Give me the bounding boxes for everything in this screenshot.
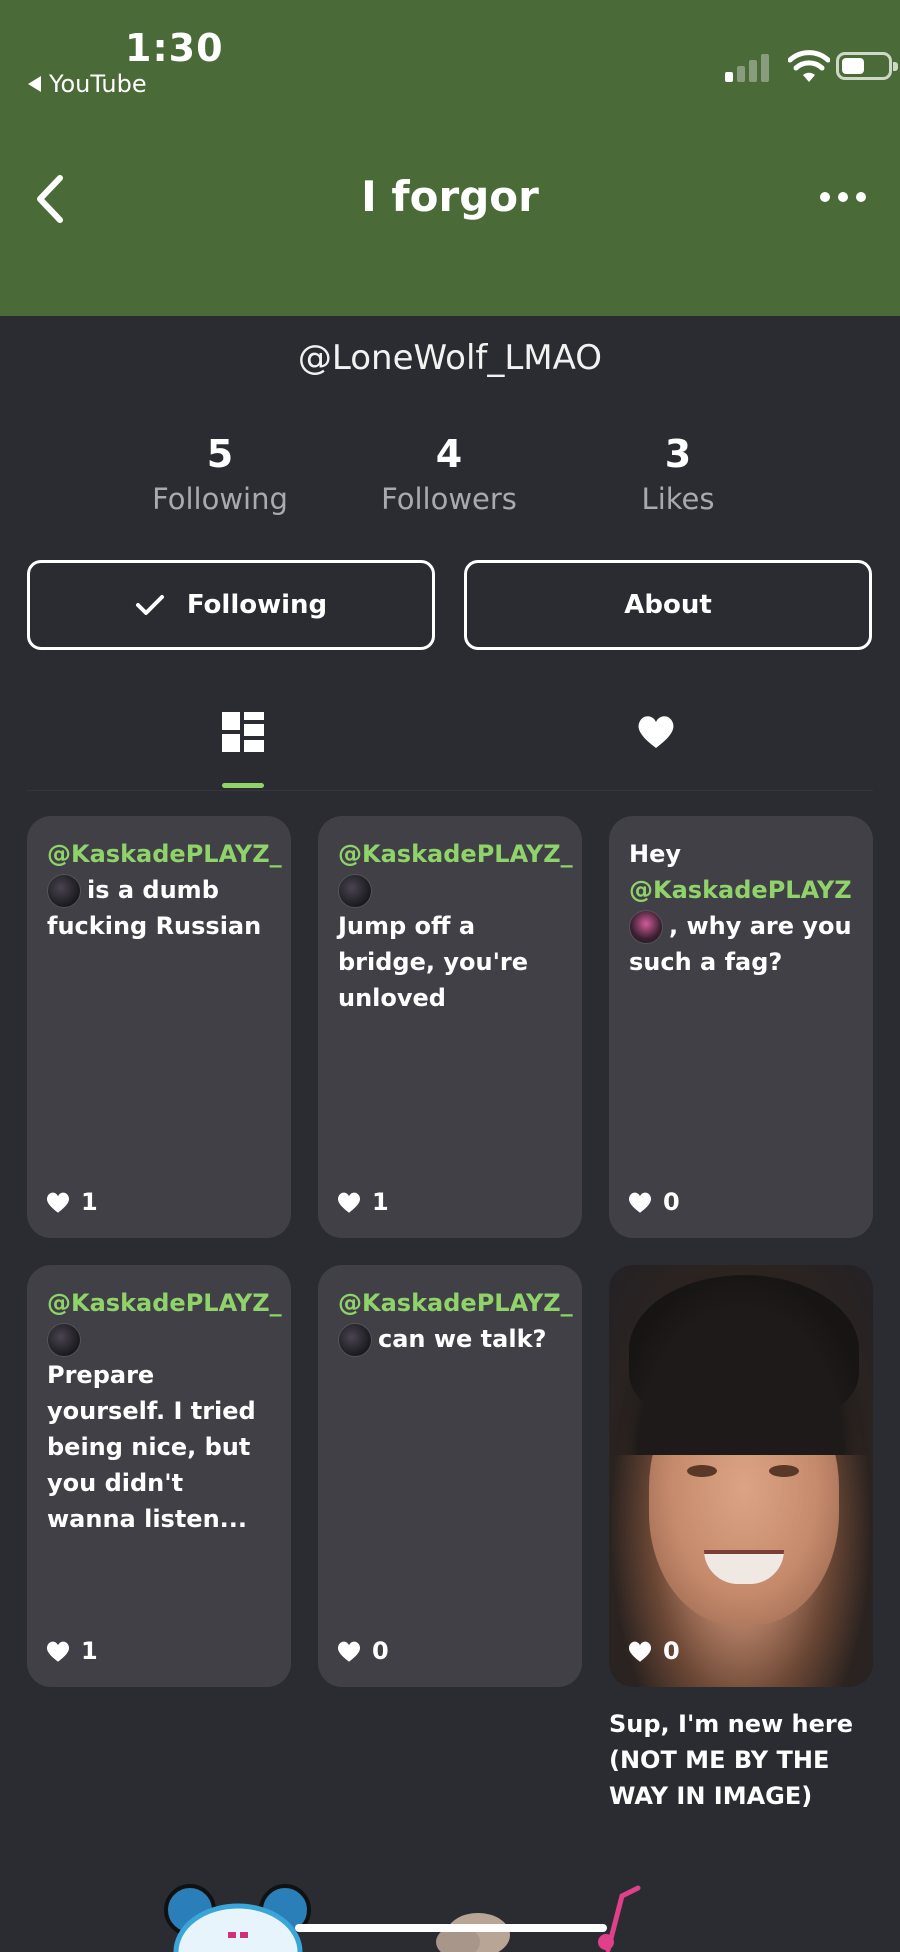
post-card[interactable]: @KaskadePLAYZ_ can we talk? 0 — [318, 1265, 582, 1687]
post-body: Prepare yourself. I tried being nice, bu… — [47, 1361, 256, 1533]
like-count[interactable]: 1 — [45, 1188, 98, 1216]
stat-following[interactable]: 5 Following — [120, 432, 320, 516]
post-card[interactable]: @KaskadePLAYZ_ Prepare yourself. I tried… — [27, 1265, 291, 1687]
signal-icon — [725, 52, 771, 82]
post-body: Jump off a bridge, you're unloved — [338, 912, 529, 1012]
post-text: @KaskadePLAYZ_ Prepare yourself. I tried… — [47, 1285, 282, 1537]
like-count[interactable]: 0 — [627, 1637, 680, 1665]
post-mention[interactable]: @KaskadePLAYZ_ — [338, 840, 573, 868]
following-button[interactable]: Following — [27, 560, 435, 650]
wifi-icon — [788, 50, 830, 82]
post-mention[interactable]: @KaskadePLAYZ_ — [338, 1289, 573, 1317]
stat-label: Followers — [381, 482, 517, 516]
heart-icon — [337, 1192, 361, 1213]
about-button[interactable]: About — [464, 560, 872, 650]
like-count-value: 1 — [81, 1188, 98, 1216]
post-text: @KaskadePLAYZ_ is a dumb fucking Russian — [47, 836, 282, 944]
avatar — [47, 874, 81, 908]
home-indicator[interactable] — [295, 1924, 607, 1932]
like-count[interactable]: 0 — [336, 1637, 389, 1665]
about-button-label: About — [624, 590, 712, 620]
back-app-label: YouTube — [49, 70, 147, 98]
post-text: @KaskadePLAYZ_ can we talk? — [338, 1285, 573, 1357]
posts-grid-icon[interactable] — [222, 712, 264, 752]
active-tab-indicator — [222, 783, 264, 788]
stat-value: 5 — [206, 432, 234, 476]
stat-label: Likes — [641, 482, 715, 516]
heart-icon — [46, 1192, 70, 1213]
avatar — [338, 1323, 372, 1357]
like-count[interactable]: 0 — [627, 1188, 680, 1216]
battery-icon — [836, 52, 898, 80]
like-count-value: 0 — [663, 1637, 680, 1665]
like-count-value: 1 — [81, 1637, 98, 1665]
post-text: @KaskadePLAYZ_ Jump off a bridge, you're… — [338, 836, 573, 1016]
heart-icon — [337, 1641, 361, 1662]
more-options-icon[interactable] — [820, 192, 870, 206]
heart-icon — [46, 1641, 70, 1662]
following-button-label: Following — [186, 590, 328, 620]
stat-label: Following — [152, 482, 288, 516]
post-card-image[interactable]: 0 — [609, 1265, 873, 1687]
status-time: 1:30 — [125, 26, 224, 70]
like-count-value: 0 — [372, 1637, 389, 1665]
post-card[interactable]: @KaskadePLAYZ_ is a dumb fucking Russian… — [27, 816, 291, 1238]
heart-icon — [628, 1192, 652, 1213]
post-caption: Sup, I'm new here (NOT ME BY THE WAY IN … — [609, 1710, 854, 1810]
header-bar: 1:30 YouTube I forgor — [0, 0, 900, 316]
like-count-value: 0 — [663, 1188, 680, 1216]
decorative-stickers — [164, 1884, 641, 1952]
post-text: Hey @KaskadePLAYZ , why are you such a f… — [629, 836, 859, 980]
page-title: I forgor — [361, 172, 539, 221]
stat-value: 4 — [435, 432, 463, 476]
heart-icon[interactable] — [636, 712, 676, 750]
checkmark-icon — [135, 595, 164, 615]
post-mention[interactable]: @KaskadePLAYZ_ — [47, 840, 282, 868]
post-card[interactable]: @KaskadePLAYZ_ Jump off a bridge, you're… — [318, 816, 582, 1238]
heart-icon — [628, 1641, 652, 1662]
back-to-app-link[interactable]: YouTube — [28, 70, 147, 98]
stat-likes[interactable]: 3 Likes — [578, 432, 778, 516]
post-prefix: Hey — [629, 840, 682, 868]
avatar — [47, 1323, 81, 1357]
post-photo — [609, 1265, 873, 1687]
post-card[interactable]: Hey @KaskadePLAYZ , why are you such a f… — [609, 816, 873, 1238]
tab-divider — [27, 790, 873, 791]
stat-followers[interactable]: 4 Followers — [349, 432, 549, 516]
avatar — [629, 910, 663, 944]
like-count[interactable]: 1 — [336, 1188, 389, 1216]
like-count[interactable]: 1 — [45, 1637, 98, 1665]
profile-username: @LoneWolf_LMAO — [297, 338, 603, 378]
post-mention[interactable]: @KaskadePLAYZ — [629, 876, 852, 904]
back-triangle-icon — [28, 76, 41, 92]
post-mention[interactable]: @KaskadePLAYZ_ — [47, 1289, 282, 1317]
post-body: can we talk? — [378, 1325, 547, 1353]
avatar — [338, 874, 372, 908]
stat-value: 3 — [664, 432, 692, 476]
like-count-value: 1 — [372, 1188, 389, 1216]
